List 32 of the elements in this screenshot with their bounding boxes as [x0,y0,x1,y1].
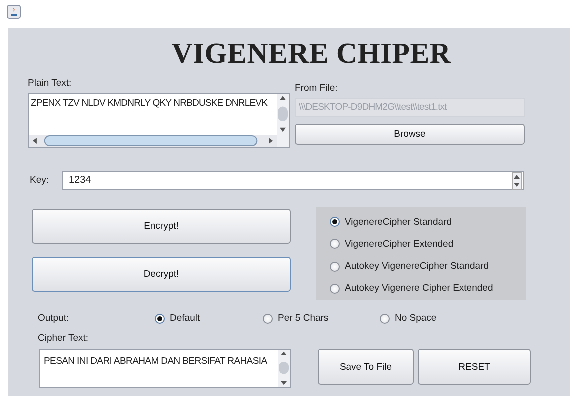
key-field[interactable]: 1234 [62,171,524,190]
radio-button[interactable] [330,284,340,294]
radio-button[interactable] [330,262,340,272]
reset-button[interactable]: RESET [418,349,531,385]
radio-button[interactable] [155,314,165,324]
radio-label[interactable]: Default [170,313,200,324]
cipher-text-area[interactable]: PESAN INI DARI ABRAHAM DAN BERSIFAT RAHASIA [39,349,291,388]
vertical-scrollbar[interactable] [278,350,290,387]
action-button[interactable]: Decrypt! [32,257,291,292]
radio-label[interactable]: Autokey VigenereCipher Standard [345,261,490,272]
vertical-scrollbar[interactable] [277,94,289,147]
field-label: Key: [30,175,50,186]
spinner-icon[interactable] [512,172,522,190]
radio-button[interactable] [330,217,340,228]
action-button[interactable]: Encrypt! [32,209,291,244]
radio-label[interactable]: VigenereCipher Extended [345,238,454,250]
field-label: Cipher Text: [38,333,90,344]
field-label: From File: [295,83,339,94]
field-label: Output: [38,313,70,324]
radio-label[interactable]: Autokey Vigenere Cipher Extended [345,283,494,294]
horizontal-scrollbar[interactable] [29,135,277,147]
field-label: Plain Text: [28,78,73,89]
radio-button[interactable] [330,239,340,250]
radio-label[interactable]: Per 5 Chars [278,313,329,324]
radio-label[interactable]: No Space [395,313,437,324]
app-icon [7,5,21,19]
plain-text-area[interactable]: ZPENX TZV NLDV KMDNRLY QKY NRBDUSKE DNRLEVK [28,93,290,148]
radio-button[interactable] [263,314,273,324]
save-button[interactable]: Save To File [318,349,414,385]
radio-label[interactable]: VigenereCipher Standard [345,216,452,228]
app-title: VIGENERE CHIPER [172,38,452,70]
radio-button[interactable] [380,314,390,324]
